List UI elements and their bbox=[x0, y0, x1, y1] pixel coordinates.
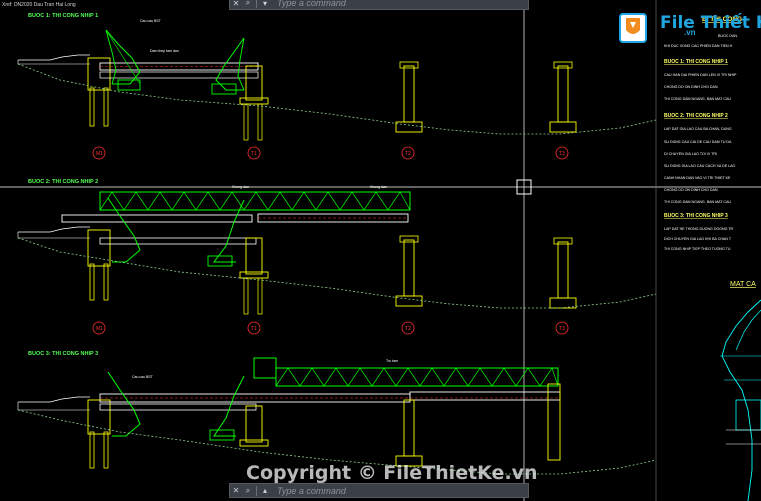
svg-text:SU DUNG GIA LAO CAU CACH XA DE: SU DUNG GIA LAO CAU CACH XA DE LAO bbox=[664, 164, 735, 168]
command-input[interactable]: Type a command bbox=[271, 0, 346, 8]
svg-text:M1: M1 bbox=[96, 151, 103, 157]
cad-drawing-canvas[interactable]: BUOC 1: THI CONG NHIP 1 M1 T1 T2 T3 Cau … bbox=[0, 0, 761, 501]
svg-text:BUOC 3: THI CONG NHIP 3: BUOC 3: THI CONG NHIP 3 bbox=[664, 213, 728, 219]
cross-section-drawing bbox=[720, 299, 761, 501]
svg-text:THI CONG DAM NGANG, BAN MAT CA: THI CONG DAM NGANG, BAN MAT CAU bbox=[664, 97, 731, 101]
svg-text:BUOC 2: THI CONG NHIP 2: BUOC 2: THI CONG NHIP 2 bbox=[664, 113, 728, 119]
copyright-watermark: Copyright © FileThietKe.vn bbox=[246, 462, 538, 484]
construction-notes: BI THI CONG BUOC DAN. KHI DUC XONG CAC P… bbox=[664, 16, 756, 288]
svg-text:Tru tam: Tru tam bbox=[386, 359, 398, 363]
svg-text:THI CONG NHIP TIEP THEO TUONG: THI CONG NHIP TIEP THEO TUONG TU bbox=[664, 247, 731, 251]
svg-text:DICH CHUYEN GIA LAO KHI BA CHA: DICH CHUYEN GIA LAO KHI BA CHAN T bbox=[664, 237, 732, 241]
svg-text:DI CHUYEN GIA LAO TOI VI TRI: DI CHUYEN GIA LAO TOI VI TRI bbox=[664, 152, 717, 156]
search-icon[interactable]: ⌕ bbox=[242, 485, 254, 497]
svg-text:Cau cau BST: Cau cau BST bbox=[140, 19, 162, 23]
divider bbox=[256, 0, 257, 8]
svg-text:T1: T1 bbox=[251, 151, 257, 157]
chevron-up-icon[interactable]: ▴ bbox=[259, 485, 271, 497]
search-icon[interactable]: ⌕ bbox=[242, 0, 254, 9]
stage-title: BUOC 1: THI CONG NHIP 1 bbox=[28, 13, 98, 19]
svg-text:Khung dan: Khung dan bbox=[232, 185, 249, 189]
svg-text:CHONG DO ON DINH CHO DAN.: CHONG DO ON DINH CHO DAN. bbox=[664, 85, 719, 89]
svg-text:T3: T3 bbox=[559, 326, 565, 332]
section-label: MAT CA bbox=[730, 281, 756, 288]
stage-title: BUOC 3: THI CONG NHIP 3 bbox=[28, 351, 98, 357]
svg-text:CANH NHAN DAN VAO VI TRI THIET: CANH NHAN DAN VAO VI TRI THIET KE bbox=[664, 176, 731, 180]
svg-text:BUOC 1: THI CONG NHIP 1: BUOC 1: THI CONG NHIP 1 bbox=[664, 59, 728, 65]
stage-1-drawing: BUOC 1: THI CONG NHIP 1 M1 T1 T2 T3 Cau … bbox=[17, 13, 657, 160]
svg-text:M1: M1 bbox=[96, 326, 103, 332]
svg-text:T2: T2 bbox=[405, 326, 411, 332]
command-line-bottom[interactable]: ✕ ⌕ ▴ Type a command bbox=[229, 483, 529, 498]
svg-text:Dam thep tam dan: Dam thep tam dan bbox=[150, 49, 179, 53]
divider bbox=[256, 485, 257, 496]
svg-text:Khung dan: Khung dan bbox=[370, 185, 387, 189]
command-input[interactable]: Type a command bbox=[271, 486, 346, 496]
stage-2-drawing: BUOC 2: THI CONG NHIP 2 M1 T1 T2 T3 Khun… bbox=[17, 179, 657, 335]
logo-mark-icon bbox=[619, 13, 647, 43]
close-icon[interactable]: ✕ bbox=[230, 0, 242, 9]
logo-text: File Thiết Kế bbox=[660, 13, 761, 33]
command-line-top[interactable]: ✕ ⌕ ▾ Type a command bbox=[229, 0, 529, 10]
svg-text:Cau cau BST: Cau cau BST bbox=[132, 375, 154, 379]
stage-title: BUOC 2: THI CONG NHIP 2 bbox=[28, 179, 98, 185]
chevron-up-icon[interactable]: ▾ bbox=[259, 0, 271, 9]
svg-text:T2: T2 bbox=[405, 151, 411, 157]
svg-text:SU DUNG CAU CAI DE CAU DAM TU: SU DUNG CAU CAI DE CAU DAM TU DA bbox=[664, 140, 732, 144]
logo-domain: .vn bbox=[684, 28, 696, 37]
svg-text:CHONG DO ON DINH CHO DAN.: CHONG DO ON DINH CHO DAN. bbox=[664, 188, 719, 192]
close-icon[interactable]: ✕ bbox=[230, 485, 242, 497]
stage-3-drawing: BUOC 3: THI CONG NHIP 3 Cau cau BST Tru … bbox=[17, 351, 657, 475]
svg-text:T1: T1 bbox=[251, 326, 257, 332]
xref-label: Xref: DN2020 Dau Tran Hai Long bbox=[2, 2, 76, 8]
svg-text:LAP DAT GIA LAO CAU BA CHAN, D: LAP DAT GIA LAO CAU BA CHAN, DUNG bbox=[664, 127, 732, 131]
svg-text:CAU HAN DAI PHIEN DAN LEN VI T: CAU HAN DAI PHIEN DAN LEN VI TRI NHIP bbox=[664, 73, 737, 77]
svg-text:LAP DAT HE THONG DUONG DOONG T: LAP DAT HE THONG DUONG DOONG TR bbox=[664, 227, 734, 231]
svg-text:T3: T3 bbox=[559, 151, 565, 157]
svg-text:THI CONG DAM NGANG, BAN MAT CA: THI CONG DAM NGANG, BAN MAT CAU bbox=[664, 200, 731, 204]
filethietke-logo: File Thiết Kế .vn bbox=[616, 8, 761, 48]
